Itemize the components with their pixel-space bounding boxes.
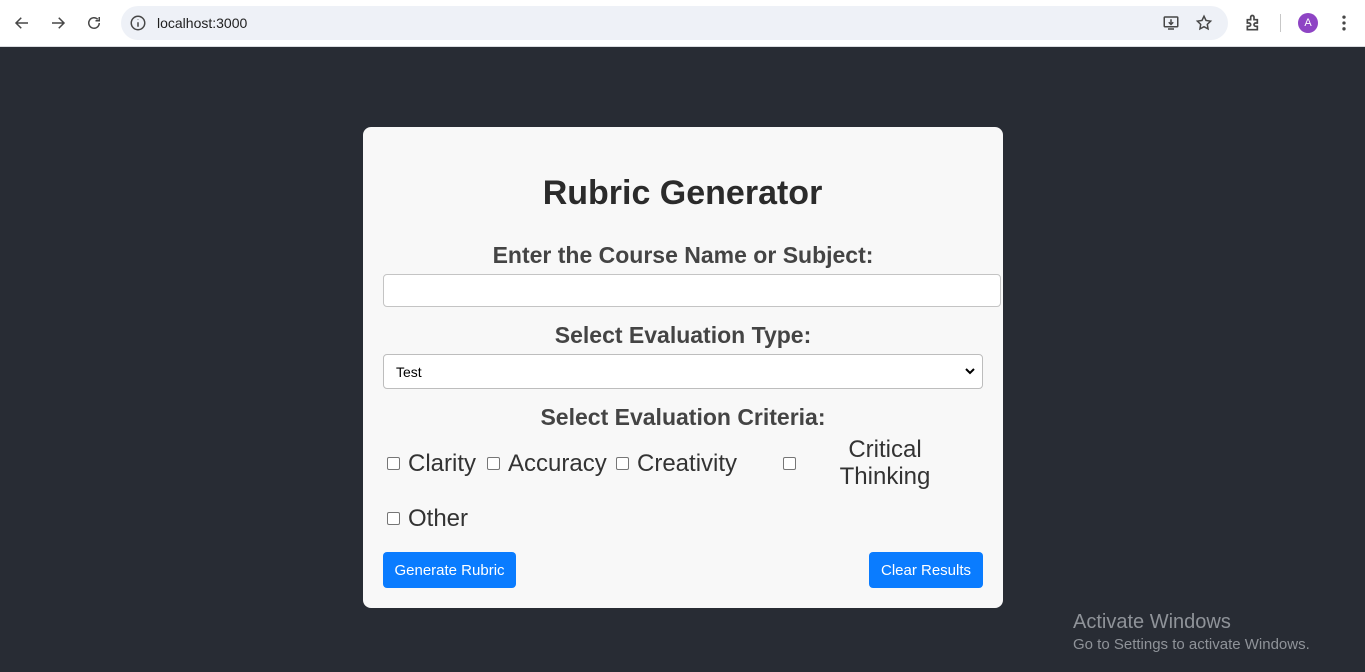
critical-thinking-line1: Critical <box>848 436 922 463</box>
chevron-down-icon <box>965 368 975 375</box>
reload-icon <box>88 17 100 29</box>
eval-type-label: Select Evaluation Type: <box>554 322 812 348</box>
arrow-right-icon <box>52 17 66 29</box>
kebab-menu-icon[interactable] <box>1334 13 1354 33</box>
install-app-icon[interactable] <box>1162 14 1180 32</box>
address-bar[interactable]: localhost:3000 <box>121 6 1228 40</box>
toolbar-divider <box>1280 14 1281 32</box>
page-title: Rubric Generator <box>542 174 823 212</box>
profile-avatar[interactable]: A <box>1298 13 1318 33</box>
criteria-label: Select Evaluation Criteria: <box>540 404 826 430</box>
clear-results-button[interactable]: Clear Results <box>869 552 983 588</box>
accuracy-checkbox[interactable] <box>487 457 500 470</box>
url-text[interactable]: localhost:3000 <box>157 15 247 31</box>
info-icon[interactable] <box>129 14 147 32</box>
critical-thinking-line2: Thinking <box>839 463 931 490</box>
eval-type-select[interactable]: Test <box>383 354 983 389</box>
other-label[interactable]: Other <box>408 505 468 532</box>
back-button[interactable] <box>8 9 36 37</box>
avatar-letter: A <box>1304 17 1312 29</box>
creativity-checkbox[interactable] <box>616 457 629 470</box>
generate-rubric-button[interactable]: Generate Rubric <box>383 552 516 588</box>
other-checkbox[interactable] <box>387 512 400 525</box>
extensions-puzzle-icon[interactable] <box>1244 13 1264 33</box>
forward-button[interactable] <box>44 9 72 37</box>
arrow-left-icon <box>14 17 28 29</box>
accuracy-label[interactable]: Accuracy <box>508 450 607 477</box>
course-name-input[interactable] <box>383 274 1001 307</box>
activate-windows-title: Activate Windows <box>1073 611 1231 633</box>
eval-type-selected: Test <box>396 363 422 380</box>
creativity-label[interactable]: Creativity <box>637 450 737 477</box>
critical-thinking-checkbox[interactable] <box>783 457 796 470</box>
browser-toolbar: localhost:3000 A <box>0 0 1365 47</box>
critical-thinking-label[interactable]: Critical Thinking <box>805 436 965 490</box>
bookmark-star-icon[interactable] <box>1195 14 1213 32</box>
reload-button[interactable] <box>80 9 108 37</box>
activate-windows-subtitle: Go to Settings to activate Windows. <box>1073 636 1310 653</box>
course-label: Enter the Course Name or Subject: <box>492 242 874 268</box>
clarity-checkbox[interactable] <box>387 457 400 470</box>
clarity-label[interactable]: Clarity <box>408 450 476 477</box>
